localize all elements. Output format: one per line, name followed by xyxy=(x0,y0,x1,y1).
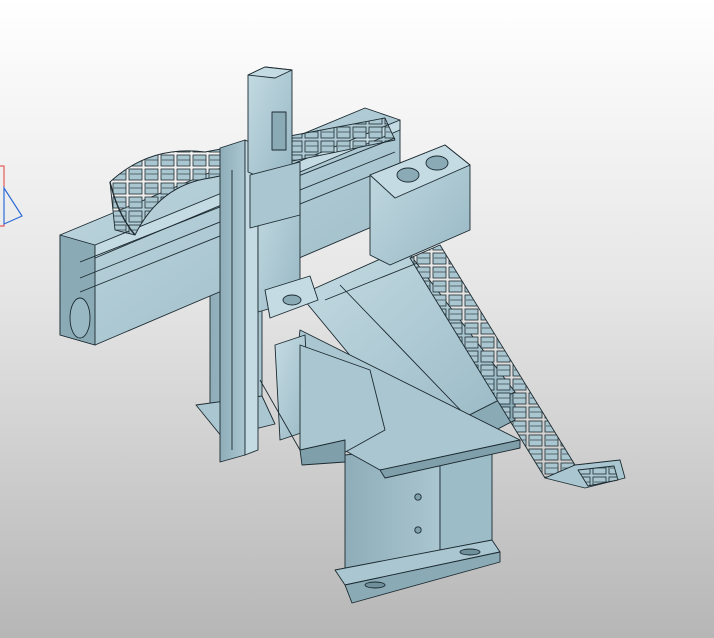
servo-motor[interactable] xyxy=(247,66,301,229)
cad-3d-viewport[interactable] xyxy=(0,0,714,638)
gantry-robot-model[interactable] xyxy=(0,0,714,638)
